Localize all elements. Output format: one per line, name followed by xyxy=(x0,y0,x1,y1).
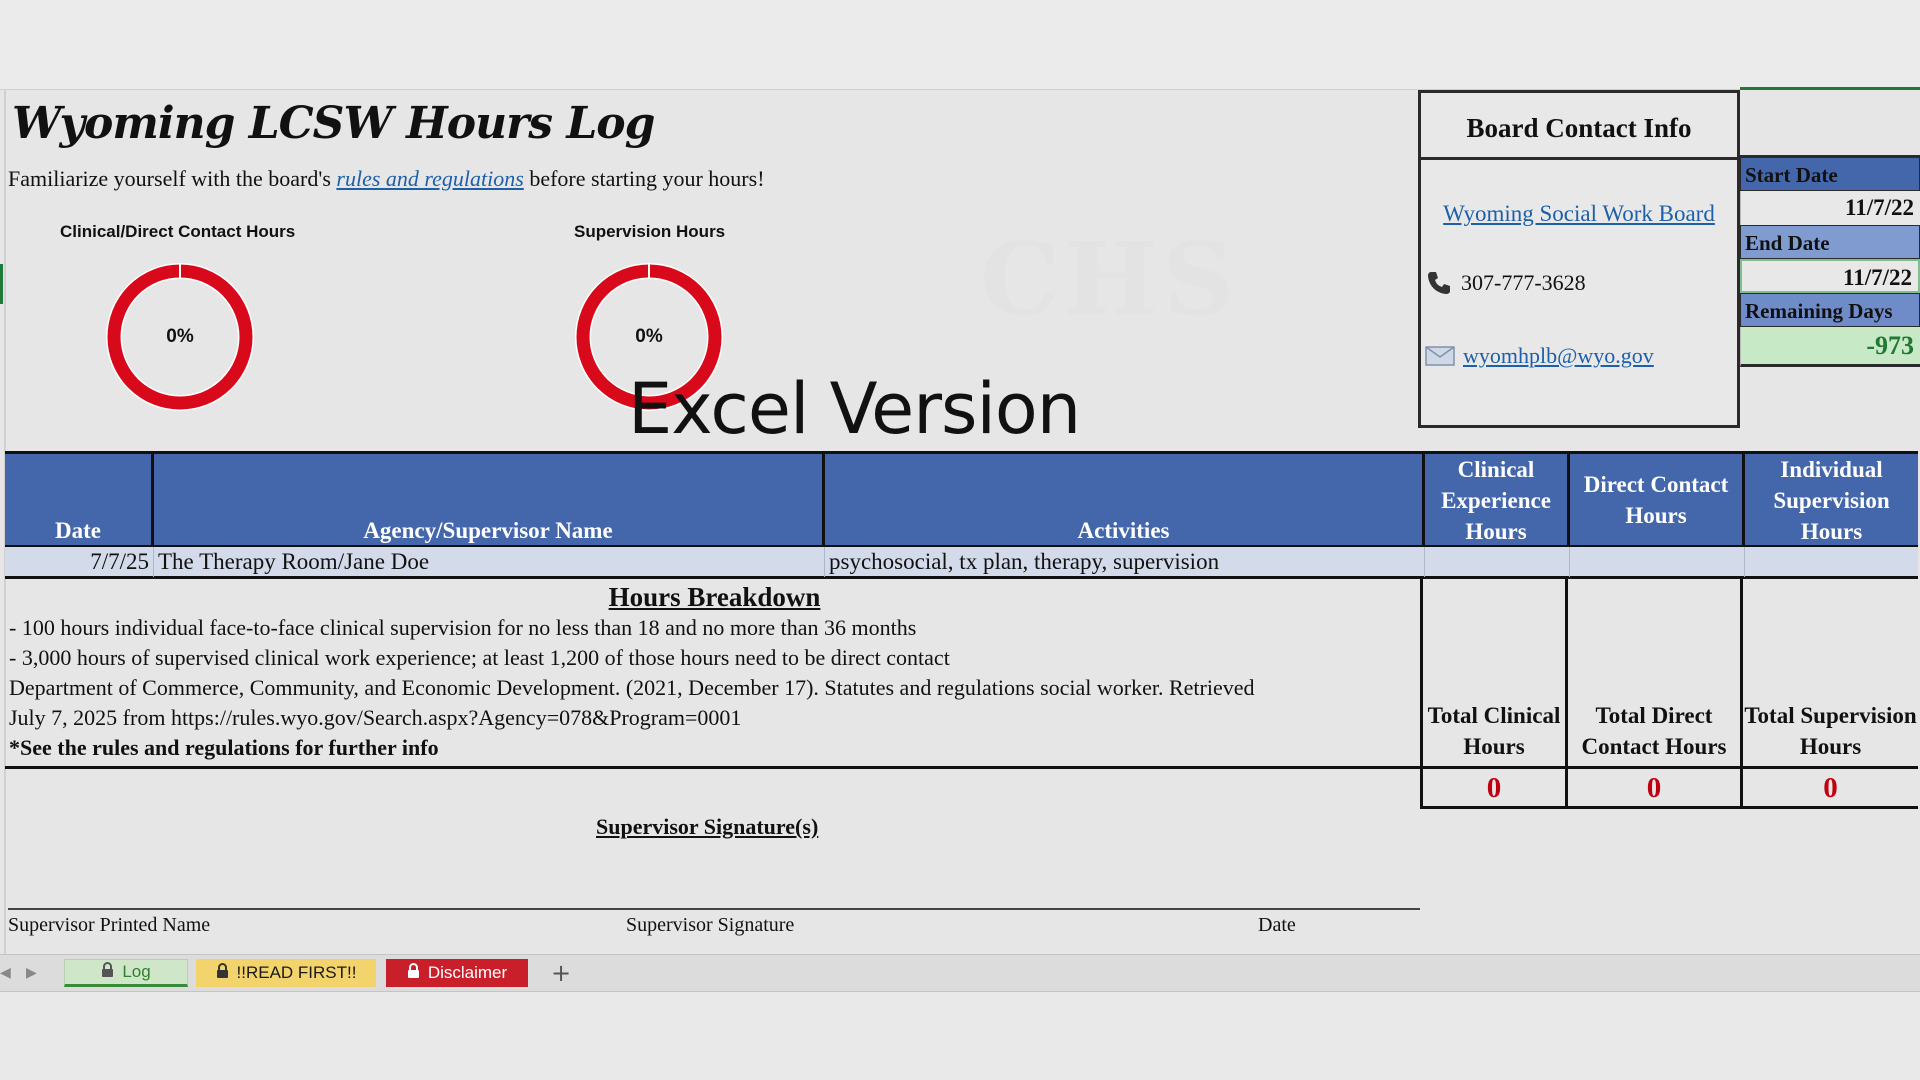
hours-breakdown-section: Hours Breakdown - 100 hours individual f… xyxy=(5,579,1420,769)
printed-name-label: Supervisor Printed Name xyxy=(8,914,211,936)
board-email-row: wyomhplb@wyo.gov xyxy=(1425,343,1654,369)
start-date-cell[interactable]: 11/7/22 xyxy=(1740,191,1920,225)
remaining-days-label: Remaining Days xyxy=(1740,293,1920,327)
start-date-label: Start Date xyxy=(1740,157,1920,191)
board-phone-row: 307-777-3628 xyxy=(1425,269,1586,297)
total-supervision-label: Total Supervision Hours xyxy=(1740,579,1918,769)
col-header-date[interactable]: Date xyxy=(5,454,154,548)
rules-link[interactable]: rules and regulations xyxy=(336,166,523,191)
row-direct-cell[interactable] xyxy=(1570,547,1745,577)
col-header-supervision[interactable]: Individual Supervision Hours xyxy=(1745,454,1918,548)
col-header-agency[interactable]: Agency/Supervisor Name xyxy=(154,454,825,548)
below-window-area xyxy=(0,992,1920,1080)
breakdown-line: July 7, 2025 from https://rules.wyo.gov/… xyxy=(9,705,742,730)
plus-icon[interactable]: + xyxy=(546,955,576,991)
intro-suffix: before starting your hours! xyxy=(523,166,765,191)
tab-disclaimer-label: Disclaimer xyxy=(427,963,508,982)
board-phone: 307-777-3628 xyxy=(1461,270,1586,295)
mail-icon xyxy=(1425,345,1455,367)
lock-icon xyxy=(101,958,114,986)
row-activities-cell[interactable]: psychosocial, tx plan, therapy, supervis… xyxy=(825,547,1425,577)
tab-read-first[interactable]: !!READ FIRST!! xyxy=(196,959,376,987)
tab-disclaimer[interactable]: Disclaimer xyxy=(386,959,528,987)
scroll-tabs-left-icon[interactable]: ◀ xyxy=(0,955,11,991)
row-clinical-cell[interactable] xyxy=(1425,547,1570,577)
col-header-activities[interactable]: Activities xyxy=(825,454,1425,548)
phone-icon xyxy=(1425,269,1453,297)
tab-read-first-label: !!READ FIRST!! xyxy=(236,963,357,982)
end-date-label: End Date xyxy=(1740,225,1920,259)
col-header-clinical[interactable]: Clinical Experience Hours xyxy=(1425,454,1570,548)
scroll-tabs-right-icon[interactable]: ▶ xyxy=(26,955,37,991)
board-contact-panel: Board Contact Info Wyoming Social Work B… xyxy=(1418,90,1740,428)
row-agency-cell[interactable]: The Therapy Room/Jane Doe xyxy=(154,547,825,577)
date-panel: Start Date 11/7/22 End Date 11/7/22 Rema… xyxy=(1740,90,1920,367)
signature-label: Supervisor Signature xyxy=(626,914,795,936)
lock-icon xyxy=(216,959,229,987)
board-email-link[interactable]: wyomhplb@wyo.gov xyxy=(1463,343,1654,369)
row-supervision-cell[interactable] xyxy=(1745,547,1918,577)
end-date-cell[interactable]: 11/7/22 xyxy=(1740,259,1920,293)
breakdown-line: - 3,000 hours of supervised clinical wor… xyxy=(9,645,950,670)
donut-chart-clinical: 0% xyxy=(105,262,255,412)
total-supervision-value[interactable]: 0 xyxy=(1740,769,1918,809)
total-direct-label: Total Direct Contact Hours xyxy=(1565,579,1740,769)
donut-percent-clinical: 0% xyxy=(166,326,194,347)
donut-title-supervision: Supervision Hours xyxy=(574,222,726,241)
board-contact-heading: Board Contact Info xyxy=(1421,93,1737,160)
table-row: 7/7/25 The Therapy Room/Jane Doe psychos… xyxy=(5,547,1918,579)
breakdown-note: *See the rules and regulations for furth… xyxy=(9,735,439,760)
col-header-direct[interactable]: Direct Contact Hours xyxy=(1570,454,1745,548)
signature-line xyxy=(8,908,1420,910)
total-clinical-value[interactable]: 0 xyxy=(1420,769,1565,809)
row-date-cell[interactable]: 7/7/25 xyxy=(5,547,154,577)
board-website-link[interactable]: Wyoming Social Work Board xyxy=(1421,201,1737,227)
hours-breakdown-heading: Hours Breakdown xyxy=(608,582,821,612)
supervisor-signature-heading: Supervisor Signature(s) xyxy=(596,814,819,839)
total-clinical-label: Total Clinical Hours xyxy=(1420,579,1565,769)
breakdown-line: Department of Commerce, Community, and E… xyxy=(9,675,1255,700)
selected-row-indicator xyxy=(0,264,3,304)
date-panel-header-cell[interactable] xyxy=(1740,90,1920,157)
lock-icon xyxy=(407,959,420,987)
remaining-days-cell[interactable]: -973 xyxy=(1740,327,1920,367)
sheet-tab-bar: ◀ ▶ Log !!READ FIRST!! Disclaimer + xyxy=(0,954,1920,992)
intro-text: Familiarize yourself with the board's ru… xyxy=(8,166,765,192)
intro-prefix: Familiarize yourself with the board's xyxy=(8,166,337,191)
faded-watermark: CHS xyxy=(980,220,1239,338)
window-top-area xyxy=(0,0,1920,90)
breakdown-line: - 100 hours individual face-to-face clin… xyxy=(9,615,917,640)
excel-version-overlay: Excel Version xyxy=(628,368,1081,450)
sheet-title: Wyoming LCSW Hours Log xyxy=(12,98,655,149)
total-direct-value[interactable]: 0 xyxy=(1565,769,1740,809)
log-table-header: Date Agency/Supervisor Name Activities C… xyxy=(5,451,1918,548)
signature-date-label: Date xyxy=(1258,914,1296,936)
tab-log-label: Log xyxy=(122,962,151,981)
tab-log[interactable]: Log xyxy=(64,959,188,987)
donut-title-clinical: Clinical/Direct Contact Hours xyxy=(60,222,296,241)
